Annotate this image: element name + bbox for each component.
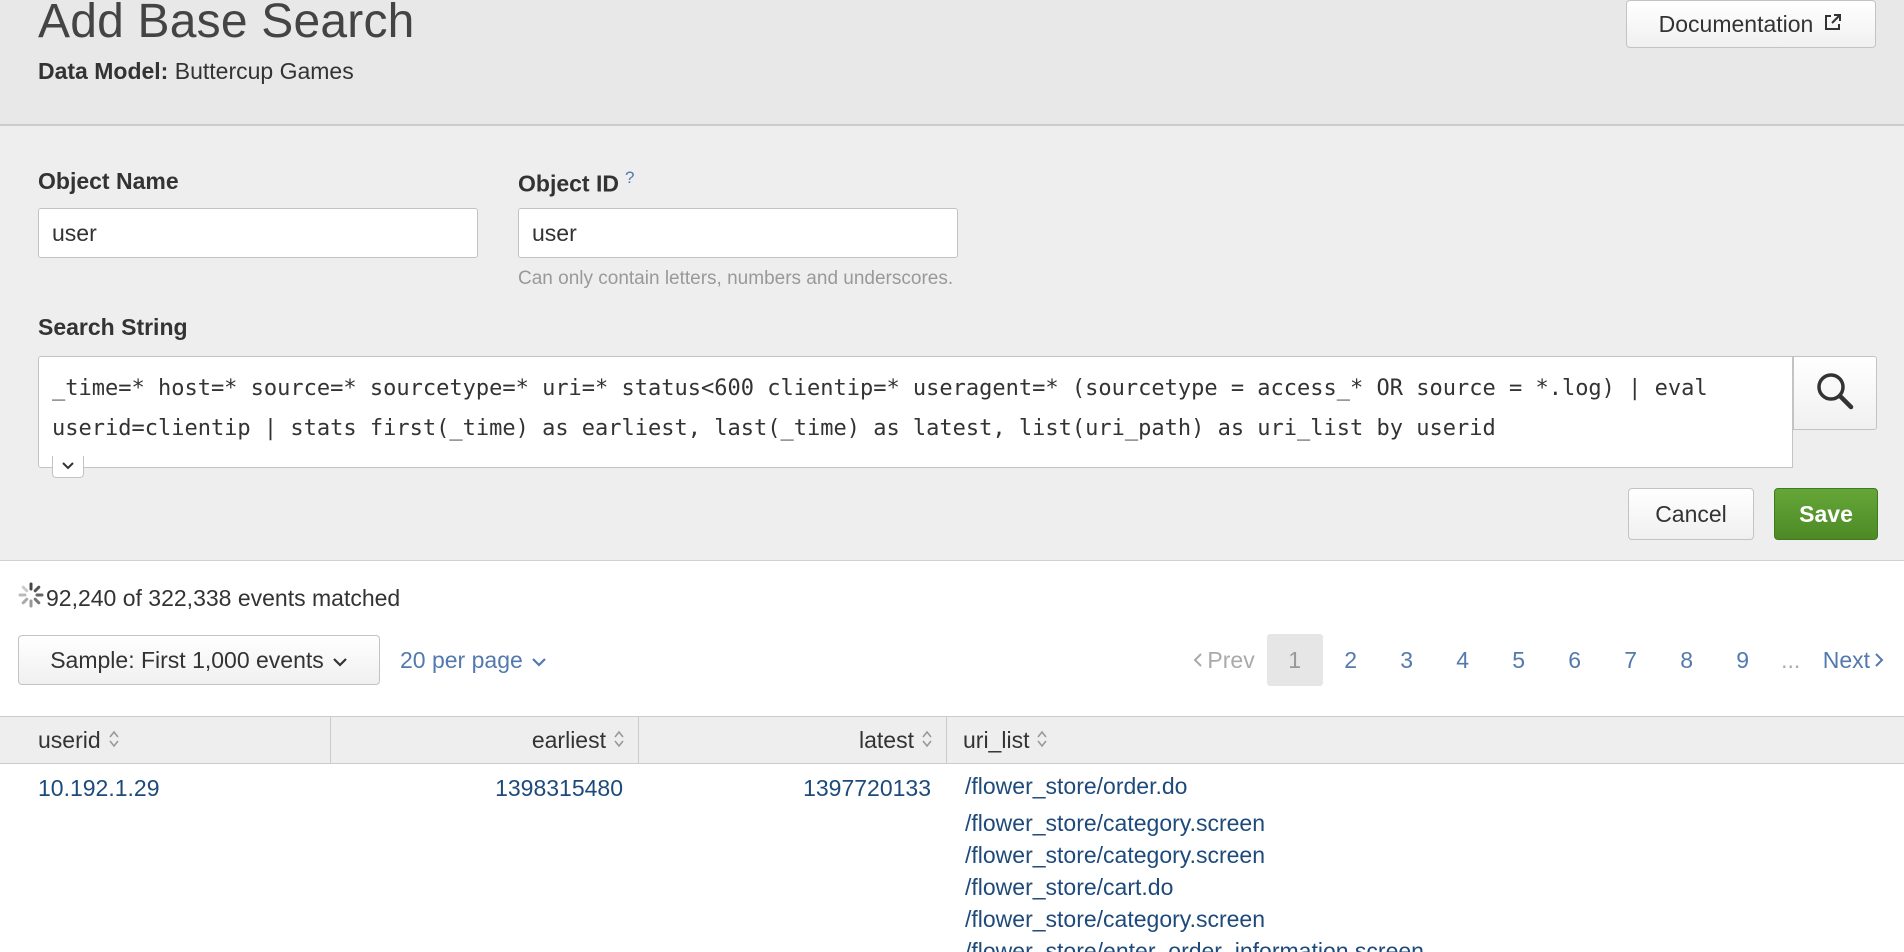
base-search-form: Object Name Object ID? Can only contain … <box>0 126 1904 561</box>
pagination-page-7[interactable]: 7 <box>1603 634 1659 686</box>
data-model-subtitle: Data Model: Buttercup Games <box>38 58 354 85</box>
pagination-prev[interactable]: Prev <box>1193 634 1266 686</box>
pagination-page-1[interactable]: 1 <box>1266 634 1323 686</box>
spinner-icon <box>18 582 44 614</box>
cell-uri-list: /flower_store/order.do /flower_store/cat… <box>947 764 1904 952</box>
sort-icon <box>614 727 624 754</box>
chevron-down-icon <box>332 647 348 674</box>
chevron-left-icon <box>1193 647 1203 674</box>
results-table-header: userid earliest latest uri_list <box>0 716 1904 764</box>
column-header-uri-list[interactable]: uri_list <box>947 717 1904 763</box>
page-title: Add Base Search <box>38 0 415 48</box>
object-name-input[interactable] <box>38 208 478 258</box>
cell-latest[interactable]: 1397720133 <box>639 764 947 952</box>
column-header-label: userid <box>38 726 101 753</box>
pagination-prev-label: Prev <box>1207 646 1255 673</box>
pagination-next[interactable]: Next <box>1811 634 1884 686</box>
object-id-input[interactable] <box>518 208 958 258</box>
search-expand-toggle[interactable] <box>52 456 84 478</box>
column-header-label: latest <box>859 726 914 753</box>
cancel-button[interactable]: Cancel <box>1628 488 1754 540</box>
sample-dropdown[interactable]: Sample: First 1,000 events <box>18 635 380 685</box>
object-id-label-text: Object ID <box>518 170 619 197</box>
pagination-page-4[interactable]: 4 <box>1435 634 1491 686</box>
search-string-label: Search String <box>38 314 188 340</box>
pagination-page-5[interactable]: 5 <box>1491 634 1547 686</box>
uri-list-item[interactable]: /flower_store/enter_order_information.sc… <box>965 935 1904 952</box>
object-name-label: Object Name <box>38 168 179 194</box>
column-header-label: earliest <box>531 726 606 753</box>
cell-userid[interactable]: 10.192.1.29 <box>0 764 331 952</box>
data-model-value: Buttercup Games <box>174 58 354 84</box>
search-icon <box>1815 371 1855 416</box>
external-link-icon <box>1823 11 1843 38</box>
column-header-latest[interactable]: latest <box>639 717 947 763</box>
object-id-hint: Can only contain letters, numbers and un… <box>518 268 954 289</box>
save-button[interactable]: Save <box>1774 488 1878 540</box>
sample-label: Sample: First 1,000 events <box>50 646 324 673</box>
per-page-label: 20 per page <box>400 646 523 673</box>
sort-icon <box>1037 727 1048 754</box>
search-string-input[interactable]: _time=* host=* source=* sourcetype=* uri… <box>38 356 1793 468</box>
uri-list-item[interactable]: /flower_store/cart.do <box>965 871 1904 903</box>
events-status: 92,240 of 322,338 events matched <box>18 582 400 614</box>
search-button[interactable] <box>1793 356 1877 430</box>
pagination-next-label: Next <box>1822 646 1870 673</box>
documentation-label: Documentation <box>1658 10 1814 37</box>
pagination-page-3[interactable]: 3 <box>1379 634 1435 686</box>
uri-list-item[interactable]: /flower_store/category.screen <box>965 807 1904 839</box>
pagination-ellipsis: ... <box>1781 646 1801 673</box>
object-id-help-icon[interactable]: ? <box>625 168 634 187</box>
pagination-page-9[interactable]: 9 <box>1715 634 1771 686</box>
chevron-right-icon <box>1874 647 1884 674</box>
column-header-label: uri_list <box>963 726 1030 753</box>
table-row: 10.192.1.29 1398315480 1397720133 /flowe… <box>0 764 1904 952</box>
sort-icon <box>922 727 932 754</box>
pagination-page-2[interactable]: 2 <box>1323 634 1379 686</box>
column-header-earliest[interactable]: earliest <box>331 717 639 763</box>
uri-list: /flower_store/order.do /flower_store/cat… <box>965 775 1904 952</box>
chevron-down-icon <box>61 458 75 476</box>
per-page-dropdown[interactable]: 20 per page <box>400 635 547 685</box>
pagination-page-8[interactable]: 8 <box>1659 634 1715 686</box>
events-matched-text: 92,240 of 322,338 events matched <box>46 584 401 611</box>
data-model-label: Data Model: <box>38 58 169 84</box>
pagination: Prev 1 2 3 4 5 6 7 8 9 ... Next <box>1193 634 1884 686</box>
column-header-userid[interactable]: userid <box>0 717 331 763</box>
pagination-page-6[interactable]: 6 <box>1547 634 1603 686</box>
results-table-body: 10.192.1.29 1398315480 1397720133 /flowe… <box>0 764 1904 952</box>
page-header: Add Base Search Data Model: Buttercup Ga… <box>0 0 1904 126</box>
documentation-button[interactable]: Documentation <box>1626 0 1876 48</box>
cell-earliest[interactable]: 1398315480 <box>331 764 639 952</box>
object-id-label: Object ID? <box>518 168 634 198</box>
uri-list-item[interactable]: /flower_store/category.screen <box>965 839 1904 871</box>
chevron-down-icon <box>531 647 547 674</box>
uri-list-item[interactable]: /flower_store/order.do <box>965 775 1904 807</box>
sort-icon <box>109 727 119 754</box>
uri-list-item[interactable]: /flower_store/category.screen <box>965 903 1904 935</box>
